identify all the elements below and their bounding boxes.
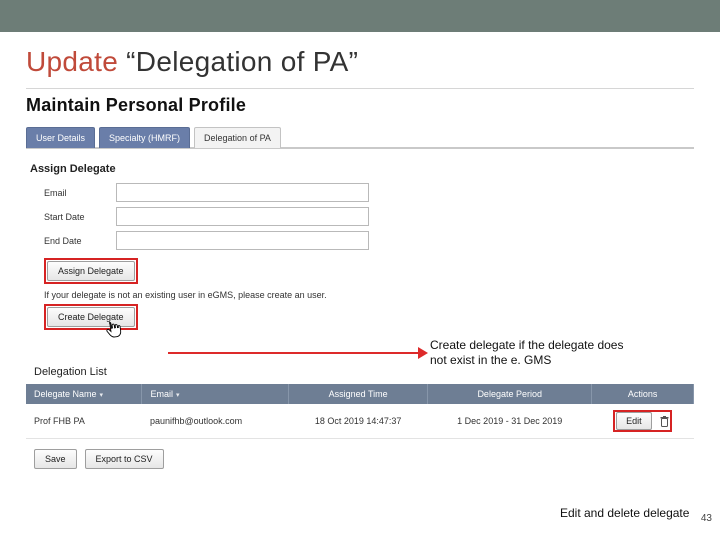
col-delegate-period[interactable]: Delegate Period [428,384,592,404]
start-date-label: Start Date [44,212,116,222]
assign-delegate-button[interactable]: Assign Delegate [47,261,135,281]
slide-title-rest: “Delegation of PA” [118,46,358,77]
slide-body: Update “Delegation of PA” Maintain Perso… [0,32,720,532]
col-assigned-label: Assigned Time [329,389,388,399]
col-actions-label: Actions [628,389,658,399]
col-email[interactable]: Email▾ [142,384,289,404]
assign-delegate-heading: Assign Delegate [30,163,694,175]
table-row: Prof FHB PA paunifhb@outlook.com 18 Oct … [26,404,694,439]
highlight-assign-delegate: Assign Delegate [44,258,138,284]
end-date-row: End Date [44,231,694,250]
tab-bar: User Details Specialty (HMRF) Delegation… [26,126,694,149]
col-assigned-time[interactable]: Assigned Time [289,384,428,404]
slide-top-accent [0,0,720,32]
slide-title-accent-word: Update [26,46,118,77]
tab-user-details[interactable]: User Details [26,127,95,148]
cell-delegate-period: 1 Dec 2019 - 31 Dec 2019 [428,404,592,439]
col-delegate-name[interactable]: Delegate Name▾ [26,384,142,404]
create-user-note: If your delegate is not an existing user… [44,290,694,300]
highlight-create-delegate: Create Delegate [44,304,138,330]
callout-create-delegate: Create delegate if the delegate does not… [430,338,635,368]
callout-edit-delete: Edit and delete delegate [560,506,690,521]
email-row: Email [44,183,694,202]
col-period-label: Delegate Period [477,389,542,399]
cell-actions: Edit [592,404,694,439]
footer-buttons: Save Export to CSV [34,449,694,469]
table-header-row: Delegate Name▾ Email▾ Assigned Time Dele… [26,384,694,404]
col-actions: Actions [592,384,694,404]
delegation-table: Delegate Name▾ Email▾ Assigned Time Dele… [26,384,694,439]
page-number: 43 [701,513,712,524]
col-email-label: Email [150,389,173,399]
annotation-arrow-line [168,352,423,354]
email-label: Email [44,188,116,198]
cell-delegate-name: Prof FHB PA [26,404,142,439]
export-csv-button[interactable]: Export to CSV [85,449,164,469]
end-date-field[interactable] [116,231,369,250]
tab-delegation-of-pa[interactable]: Delegation of PA [194,127,281,148]
cell-email: paunifhb@outlook.com [142,404,289,439]
app-screenshot: Maintain Personal Profile User Details S… [26,88,694,469]
create-delegate-button[interactable]: Create Delegate [47,307,135,327]
email-field[interactable] [116,183,369,202]
annotation-arrow-head [418,347,428,359]
highlight-row-actions: Edit [613,410,672,432]
start-date-row: Start Date [44,207,694,226]
delete-icon[interactable] [660,416,669,427]
tab-specialty-hmrf[interactable]: Specialty (HMRF) [99,127,190,148]
page-title: Maintain Personal Profile [26,95,694,116]
save-button[interactable]: Save [34,449,77,469]
slide-title: Update “Delegation of PA” [26,46,694,78]
start-date-field[interactable] [116,207,369,226]
cell-assigned-time: 18 Oct 2019 14:47:37 [289,404,428,439]
sort-icon: ▾ [100,392,104,399]
sort-icon: ▾ [176,392,180,399]
end-date-label: End Date [44,236,116,246]
col-delegate-name-label: Delegate Name [34,389,97,399]
edit-button[interactable]: Edit [616,412,652,430]
